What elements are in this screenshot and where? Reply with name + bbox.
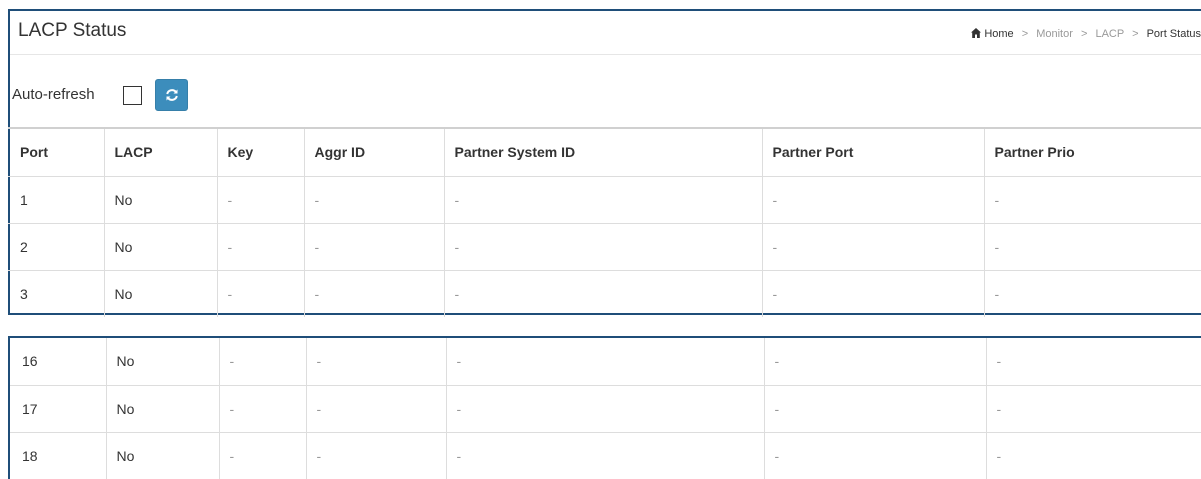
breadcrumb-separator: > (1021, 28, 1029, 40)
cell-aggr-id: - (305, 431, 446, 479)
column-header-key[interactable]: Key (216, 128, 304, 176)
column-header-partner-prio[interactable]: Partner Prio (983, 128, 1201, 176)
cell-partner-prio: - (985, 431, 1201, 479)
cell-partner-prio: - (983, 222, 1201, 270)
refresh-icon (165, 89, 178, 101)
table-row: 17 No - - - - - (10, 384, 1201, 432)
cell-key: - (218, 431, 306, 479)
toolbar: Auto-refresh (10, 55, 1201, 127)
table-row: 18 No - - - - - (10, 431, 1201, 479)
cell-key: - (218, 338, 306, 385)
cell-aggr-id: - (303, 175, 444, 223)
cell-partner-port: - (763, 431, 986, 479)
cell-partner-system-id: - (443, 269, 762, 317)
cell-lacp: No (105, 431, 219, 479)
cell-lacp: No (103, 175, 217, 223)
table-row: 1 No - - - - - (8, 175, 1201, 223)
table-row: 16 No - - - - - (10, 338, 1201, 385)
lacp-status-panel-continued: 16 No - - - - - 17 No - - - - - 18 No - (8, 336, 1201, 479)
cell-lacp: No (103, 222, 217, 270)
cell-partner-system-id: - (445, 431, 764, 479)
breadcrumb-current: Port Status (1146, 28, 1201, 40)
cell-port: 16 (22, 353, 38, 370)
column-header-partner-system-id[interactable]: Partner System ID (443, 128, 762, 176)
breadcrumb: Home > Monitor > LACP > Port Status (970, 27, 1201, 42)
cell-port: 1 (8, 175, 104, 223)
cell-partner-port: - (763, 384, 986, 432)
cell-partner-prio: - (983, 175, 1201, 223)
refresh-button[interactable] (155, 79, 188, 111)
cell-port: 18 (10, 431, 106, 479)
breadcrumb-monitor[interactable]: Monitor (1036, 28, 1073, 40)
cell-port: 3 (8, 269, 104, 317)
column-header-aggr-id[interactable]: Aggr ID (303, 128, 444, 176)
table-row: 3 No - - - - - (8, 269, 1201, 317)
cell-aggr-id: - (303, 269, 444, 317)
breadcrumb-separator: > (1080, 28, 1088, 40)
cell-partner-port: - (761, 269, 984, 317)
cell-lacp: No (105, 384, 219, 432)
lacp-status-table-continued: 16 No - - - - - 17 No - - - - - 18 No - (10, 338, 1201, 479)
cell-partner-port: - (761, 222, 984, 270)
cell-key: - (216, 175, 304, 223)
cell-lacp: No (105, 338, 219, 385)
cell-port: 2 (8, 222, 104, 270)
cell-lacp: No (103, 269, 217, 317)
cell-partner-prio: - (983, 269, 1201, 317)
cell-aggr-id: - (305, 338, 446, 385)
table-header-row: Port LACP Key Aggr ID Partner System ID … (8, 128, 1201, 176)
cell-partner-prio: - (985, 338, 1201, 385)
breadcrumb-lacp[interactable]: LACP (1095, 28, 1124, 40)
breadcrumb-separator: > (1132, 28, 1139, 40)
page-title: LACP Status (18, 20, 127, 41)
lacp-status-table: Port LACP Key Aggr ID Partner System ID … (8, 127, 1201, 317)
column-header-partner-port[interactable]: Partner Port (761, 128, 984, 176)
breadcrumb-home[interactable]: Home (984, 28, 1013, 40)
cell-partner-system-id: - (445, 338, 764, 385)
panel-header: LACP Status Home > Monitor > LACP > Port… (10, 11, 1201, 55)
cell-partner-port: - (761, 175, 984, 223)
cell-port: 17 (10, 384, 106, 432)
cell-partner-port: - (763, 338, 986, 385)
auto-refresh-checkbox[interactable] (123, 86, 142, 105)
cell-key: - (218, 384, 306, 432)
column-header-lacp[interactable]: LACP (103, 128, 217, 176)
cell-partner-system-id: - (443, 175, 762, 223)
cell-partner-prio: - (985, 384, 1201, 432)
column-header-port[interactable]: Port (8, 128, 104, 176)
cell-aggr-id: - (303, 222, 444, 270)
cell-key: - (216, 222, 304, 270)
cell-partner-system-id: - (443, 222, 762, 270)
cell-partner-system-id: - (445, 384, 764, 432)
cell-aggr-id: - (305, 384, 446, 432)
cell-key: - (216, 269, 304, 317)
auto-refresh-label: Auto-refresh (12, 86, 95, 103)
lacp-status-panel: LACP Status Home > Monitor > LACP > Port… (8, 9, 1201, 317)
table-row: 2 No - - - - - (8, 222, 1201, 270)
home-icon (970, 27, 982, 42)
